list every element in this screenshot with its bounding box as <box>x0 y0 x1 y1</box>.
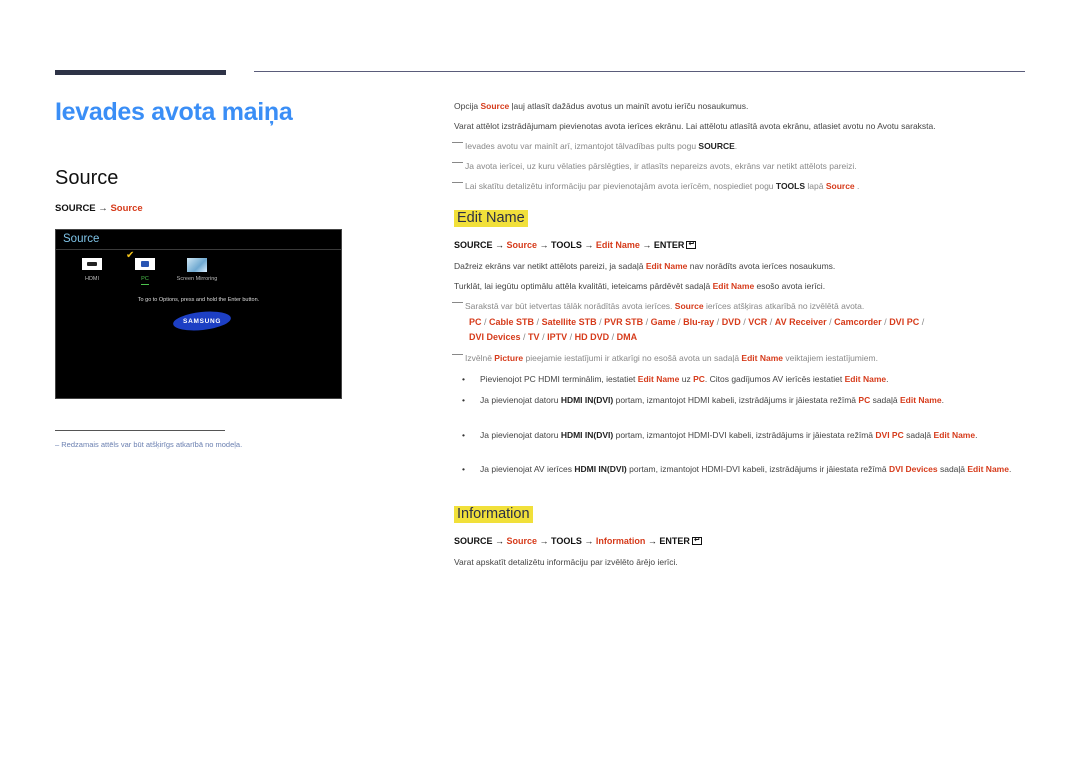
note-dash-icon <box>452 182 463 183</box>
menu-path-source: Source <box>110 203 143 214</box>
device-type-item: HD DVD <box>574 332 610 342</box>
separator: / <box>826 317 835 327</box>
separator: / <box>520 332 529 342</box>
device-type-item: DMA <box>616 332 638 342</box>
information-heading: Information <box>454 506 1034 524</box>
edit-name-paragraph-1: Dažreiz ekrāns var netikt attēlots parei… <box>454 261 836 271</box>
device-type-item: PC <box>469 317 482 327</box>
tv-divider <box>56 249 341 250</box>
tv-hint-text: To go to Options, press and hold the Ent… <box>137 297 260 303</box>
separator: / <box>534 317 542 327</box>
edit-name-note-2: Izvēlnē Picture pieejamie iestatījumi ir… <box>452 353 1034 363</box>
enter-icon <box>691 535 702 545</box>
separator: / <box>609 332 617 342</box>
information-paragraph: Varat apskatīt detalizētu informāciju pa… <box>454 557 678 567</box>
bullet-item: Ja pievienojat datoru HDMI IN(DVI) porta… <box>462 393 1030 407</box>
note-dash-icon <box>452 142 463 143</box>
edit-name-note-1: Sarakstā var būt ietvertas tālāk norādīt… <box>452 301 1034 311</box>
device-type-item: Camcorder <box>834 317 882 327</box>
bullet-item: Ja pievienojat AV ierīces HDMI IN(DVI) p… <box>462 462 1030 476</box>
device-type-item: PVR STB <box>604 317 644 327</box>
intro-note-3: Lai skatītu detalizētu informāciju par p… <box>452 181 1034 191</box>
menu-path-root: SOURCE → <box>55 203 111 214</box>
selection-underline <box>141 284 149 285</box>
device-type-item: DVD <box>721 317 741 327</box>
separator: / <box>596 317 605 327</box>
note-dash-icon <box>452 162 463 163</box>
section-title: Source <box>55 167 119 189</box>
enter-icon <box>686 239 697 249</box>
footnote: – Redzamais attēls var būt atšķirīgs atk… <box>55 440 243 449</box>
device-type-item: AV Receiver <box>774 317 827 327</box>
pc-vga-icon <box>135 258 155 270</box>
device-type-item: DVI PC <box>889 317 920 327</box>
source-screen-illustration: Source ✔ HDMI PC Screen Mirroring To go … <box>55 229 342 399</box>
bullet-item: Pievienojot PC HDMI terminālim, iestatie… <box>462 374 1022 384</box>
device-type-item: Satellite STB <box>541 317 597 327</box>
device-type-item: Cable STB <box>489 317 535 327</box>
edit-name-heading: Edit Name <box>454 210 1034 228</box>
intro-note-1: Ievades avotu var mainīt arī, izmantojot… <box>452 141 1034 151</box>
device-type-item: Blu-ray <box>683 317 715 327</box>
intro-note-2: Ja avota ierīcei, uz kuru vēlaties pārsl… <box>452 161 1034 171</box>
edit-name-paragraph-2: Turklāt, lai iegūtu optimālu attēla kval… <box>454 281 826 291</box>
separator: / <box>643 317 651 327</box>
note-dash-icon <box>452 302 463 303</box>
tv-screen-title: Source <box>63 233 100 245</box>
separator: / <box>919 317 925 327</box>
samsung-logo-text: SAMSUNG <box>182 317 222 325</box>
bullet-item: Ja pievienojat datoru HDMI IN(DVI) porta… <box>462 428 1030 442</box>
device-type-item: IPTV <box>547 332 568 342</box>
device-type-item: DVI Devices <box>469 332 521 342</box>
information-menu-path: SOURCE → Source → TOOLS → Information → … <box>454 535 1034 547</box>
samsung-logo: SAMSUNG <box>172 309 232 333</box>
separator: / <box>539 332 548 342</box>
device-type-item: Game <box>650 317 676 327</box>
separator: / <box>714 317 722 327</box>
header-rule <box>254 71 1025 72</box>
device-list-line-2: DVI Devices / TV / IPTV / HD DVD / DMA <box>454 332 1034 343</box>
separator: / <box>481 317 490 327</box>
intro-paragraph-2: Varat attēlot izstrādājumam pievienotas … <box>454 121 936 131</box>
header-bar-accent <box>55 70 226 75</box>
note-dash-icon <box>452 354 463 355</box>
footnote-text: Redzamais attēls var būt atšķirīgs atkar… <box>61 440 243 449</box>
separator: / <box>767 317 775 327</box>
intro-paragraph-1: Opcija Source ļauj atlasīt dažādus avotu… <box>454 101 749 111</box>
edit-name-heading-text: Edit Name <box>454 210 528 228</box>
page-title: Ievades avota maiņa <box>55 98 293 126</box>
hdmi-icon <box>82 258 102 270</box>
device-type-item: TV <box>528 332 540 342</box>
edit-name-menu-path: SOURCE → Source → TOOLS → Edit Name → EN… <box>454 239 1034 251</box>
information-heading-text: Information <box>454 506 533 524</box>
footnote-divider <box>55 430 225 431</box>
device-list-line-1: PC / Cable STB / Satellite STB / PVR STB… <box>454 317 1034 328</box>
device-type-item: VCR <box>748 317 768 327</box>
menu-path: SOURCE → Source <box>55 203 143 214</box>
source-item-screen-mirroring: Screen Mirroring <box>162 258 232 282</box>
separator: / <box>567 332 575 342</box>
source-item-label: Screen Mirroring <box>176 276 218 282</box>
screen-mirroring-icon <box>187 258 207 272</box>
